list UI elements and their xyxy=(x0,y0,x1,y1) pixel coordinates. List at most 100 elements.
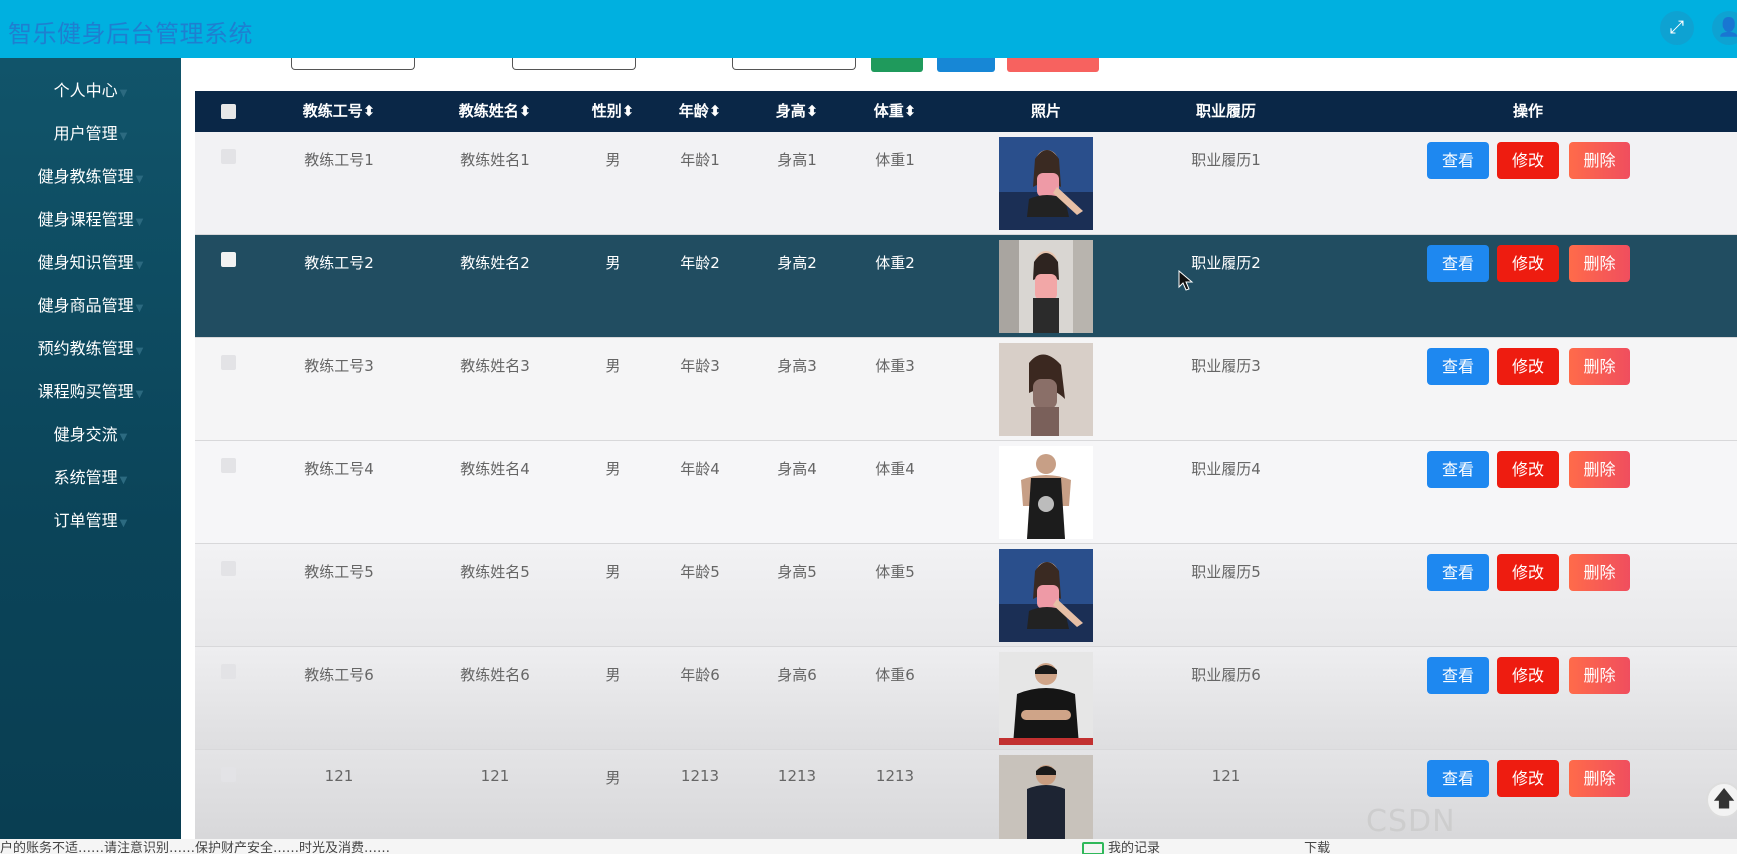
row-checkbox[interactable] xyxy=(221,561,236,576)
sidebar-item-order-management[interactable]: 订单管理 ▼ xyxy=(0,506,181,536)
status-bar: 户的账务不适……请注意识别……保护财产安全……时光及消费…… 我的记录 下载 xyxy=(0,839,1737,854)
batch-delete-button[interactable] xyxy=(1007,58,1099,72)
sidebar-item-personal-center[interactable]: 个人中心 ▼ xyxy=(0,76,181,106)
sidebar-item-label: 课程购买管理 xyxy=(37,382,134,401)
cell-age: 年龄4 xyxy=(680,460,720,478)
cell-height: 身高4 xyxy=(777,460,817,478)
coach-photo[interactable] xyxy=(999,549,1093,642)
search-button[interactable] xyxy=(871,58,923,72)
sidebar: 个人中心 ▼ 用户管理 ▼ 健身教练管理 ▼ 健身课程管理 ▼ 健身知识管理 ▼ 健身商品… xyxy=(0,58,181,839)
view-button[interactable]: 查看 xyxy=(1427,451,1489,488)
expand-icon[interactable]: ⤢ xyxy=(1660,11,1694,45)
coach-photo[interactable] xyxy=(999,240,1093,333)
cell-age: 年龄5 xyxy=(680,563,720,581)
chevron-down-icon: ▼ xyxy=(135,217,144,228)
view-button[interactable]: 查看 xyxy=(1427,554,1489,591)
checkbox-icon xyxy=(1082,842,1104,854)
view-button[interactable]: 查看 xyxy=(1427,245,1489,282)
sidebar-item-booking-management[interactable]: 预约教练管理 ▼ xyxy=(0,334,181,364)
edit-button[interactable]: 修改 xyxy=(1497,451,1559,488)
view-button[interactable]: 查看 xyxy=(1427,657,1489,694)
edit-button[interactable]: 修改 xyxy=(1497,245,1559,282)
cell-id: 121 xyxy=(324,767,354,785)
cell-career: 职业履历3 xyxy=(1191,357,1261,375)
delete-button[interactable]: 删除 xyxy=(1569,554,1630,591)
sort-icon: ⬍ xyxy=(362,102,376,120)
row-checkbox[interactable] xyxy=(221,664,236,679)
table-row: 教练工号5 教练姓名5 男 年龄5 身高5 体重5 职业履历5 查看 修改 删除 xyxy=(195,544,1737,647)
column-header-id[interactable]: 教练工号⬍ xyxy=(303,91,376,132)
chevron-down-icon: ▼ xyxy=(135,174,144,185)
coach-photo[interactable] xyxy=(999,446,1093,539)
cell-name: 教练姓名6 xyxy=(460,666,530,684)
coach-photo[interactable] xyxy=(999,755,1093,839)
cell-id: 教练工号1 xyxy=(304,151,374,169)
column-header-weight[interactable]: 体重⬍ xyxy=(874,91,917,132)
user-icon[interactable]: 👤 xyxy=(1712,11,1737,45)
row-checkbox[interactable] xyxy=(221,149,236,164)
sidebar-item-system-management[interactable]: 系统管理 ▼ xyxy=(0,463,181,493)
delete-button[interactable]: 删除 xyxy=(1569,657,1630,694)
chevron-down-icon: ▼ xyxy=(119,88,128,99)
add-button[interactable] xyxy=(937,58,995,72)
coach-photo[interactable] xyxy=(999,137,1093,230)
cell-height: 身高5 xyxy=(777,563,817,581)
top-header: 智乐健身后台管理系统 ⤢ 👤 xyxy=(0,0,1737,58)
edit-button[interactable]: 修改 xyxy=(1497,657,1559,694)
sidebar-item-knowledge-management[interactable]: 健身知识管理 ▼ xyxy=(0,248,181,278)
cell-gender: 男 xyxy=(605,563,621,581)
search-input[interactable] xyxy=(291,58,415,70)
sidebar-item-label: 个人中心 xyxy=(53,81,118,100)
sidebar-item-product-management[interactable]: 健身商品管理 ▼ xyxy=(0,291,181,321)
table-row: 教练工号1 教练姓名1 男 年龄1 身高1 体重1 职业履历1 查看 修改 删除 xyxy=(195,132,1737,235)
column-header-actions: 操作 xyxy=(1512,102,1544,120)
my-records-link[interactable]: 我的记录 xyxy=(1108,841,1160,854)
cell-height: 身高2 xyxy=(777,254,817,272)
delete-button[interactable]: 删除 xyxy=(1569,451,1630,488)
sidebar-item-label: 健身知识管理 xyxy=(37,253,134,272)
column-header-gender[interactable]: 性别⬍ xyxy=(592,91,635,132)
download-link[interactable]: 下载 xyxy=(1304,841,1330,854)
row-checkbox[interactable] xyxy=(221,355,236,370)
sidebar-item-label: 健身课程管理 xyxy=(37,210,134,229)
coach-photo[interactable] xyxy=(999,652,1093,745)
column-header-name[interactable]: 教练姓名⬍ xyxy=(459,91,532,132)
cell-career: 职业履历4 xyxy=(1191,460,1261,478)
sidebar-item-user-management[interactable]: 用户管理 ▼ xyxy=(0,119,181,149)
coach-photo[interactable] xyxy=(999,343,1093,436)
cell-weight: 体重4 xyxy=(875,460,915,478)
search-input[interactable] xyxy=(732,58,856,70)
sidebar-item-purchase-management[interactable]: 课程购买管理 ▼ xyxy=(0,377,181,407)
delete-button[interactable]: 删除 xyxy=(1569,142,1630,179)
chevron-down-icon: ▼ xyxy=(135,346,144,357)
delete-button[interactable]: 删除 xyxy=(1569,245,1630,282)
cell-age: 年龄6 xyxy=(680,666,720,684)
view-button[interactable]: 查看 xyxy=(1427,348,1489,385)
edit-button[interactable]: 修改 xyxy=(1497,142,1559,179)
table-row: 教练工号3 教练姓名3 男 年龄3 身高3 体重3 职业履历3 查看 修改 删除 xyxy=(195,338,1737,441)
cell-height: 身高1 xyxy=(777,151,817,169)
app-title: 智乐健身后台管理系统 xyxy=(8,20,253,48)
row-checkbox[interactable] xyxy=(221,458,236,473)
column-header-age[interactable]: 年龄⬍ xyxy=(679,91,722,132)
edit-button[interactable]: 修改 xyxy=(1497,760,1559,797)
cell-gender: 男 xyxy=(605,460,621,478)
delete-button[interactable]: 删除 xyxy=(1569,348,1630,385)
cell-name: 教练姓名3 xyxy=(460,357,530,375)
row-checkbox[interactable] xyxy=(221,767,236,782)
sidebar-item-fitness-exchange[interactable]: 健身交流 ▼ xyxy=(0,420,181,450)
sidebar-item-coach-management[interactable]: 健身教练管理 ▼ xyxy=(0,162,181,192)
cell-name: 教练姓名1 xyxy=(460,151,530,169)
edit-button[interactable]: 修改 xyxy=(1497,554,1559,591)
view-button[interactable]: 查看 xyxy=(1427,760,1489,797)
search-input[interactable] xyxy=(512,58,636,70)
select-all-checkbox[interactable] xyxy=(221,104,236,119)
view-button[interactable]: 查看 xyxy=(1427,142,1489,179)
column-header-height[interactable]: 身高⬍ xyxy=(776,91,819,132)
edit-button[interactable]: 修改 xyxy=(1497,348,1559,385)
delete-button[interactable]: 删除 xyxy=(1569,760,1630,797)
chevron-down-icon: ▼ xyxy=(119,475,128,486)
cell-weight: 1213 xyxy=(875,767,915,785)
sidebar-item-course-management[interactable]: 健身课程管理 ▼ xyxy=(0,205,181,235)
row-checkbox[interactable] xyxy=(221,252,236,267)
